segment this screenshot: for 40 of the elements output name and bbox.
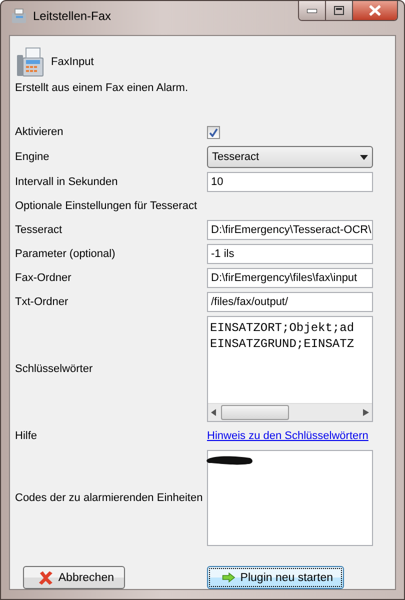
field-label: Parameter (optional) (15, 247, 116, 261)
plugin-description: Erstellt aus einem Fax einen Alarm. (15, 82, 190, 94)
field-label: Tesseract (15, 223, 64, 237)
plugin-name: FaxInput (51, 56, 94, 68)
section-heading: Optionale Einstellungen für Tesseract (15, 199, 198, 213)
scroll-left-icon[interactable] (211, 409, 217, 416)
field-label: Engine (15, 150, 50, 164)
horizontal-scrollbar[interactable] (208, 403, 372, 421)
keywords-text-area[interactable]: EINSATZORT;Objekt;ad EINSATZGRUND;EINSATZ (207, 316, 373, 422)
window-title: Leitstellen-Fax (33, 9, 112, 23)
field-label: Codes der zu alarmierenden Einheiten (15, 491, 204, 505)
text-field[interactable]: D:\firEmergency\Tesseract-OCR\ (207, 220, 373, 240)
field-label: Txt-Ordner (15, 295, 70, 309)
help-link[interactable]: Hinweis zu den Schlüsselwörtern (207, 430, 368, 442)
maximize-icon (334, 6, 344, 15)
checkbox[interactable] (207, 126, 220, 138)
text-field[interactable]: -1 ils (207, 244, 373, 264)
field-label: Aktivieren (15, 125, 64, 139)
field-label: Fax-Ordner (15, 271, 72, 285)
minimize-icon (307, 8, 317, 12)
arrow-right-icon (222, 571, 236, 584)
field-label: Schlüsselwörter (15, 362, 94, 376)
close-button[interactable] (352, 1, 397, 20)
cancel-button[interactable]: Abbrechen (23, 566, 125, 589)
text-field[interactable]: /files/fax/output/ (207, 292, 373, 312)
field-label: Hilfe (15, 429, 38, 443)
restart-plugin-button[interactable]: Plugin neu starten (207, 566, 344, 589)
fax-machine-icon (15, 46, 45, 78)
maximize-button[interactable] (325, 1, 352, 20)
fax-machine-icon (11, 8, 27, 24)
cross-icon (38, 570, 54, 586)
engine-dropdown[interactable]: Tesseract (207, 146, 373, 168)
redaction-mark (206, 454, 254, 466)
scroll-right-icon[interactable] (363, 409, 369, 416)
close-icon (369, 5, 381, 16)
dropdown-arrow-icon (360, 154, 368, 160)
field-label: Intervall in Sekunden (15, 175, 119, 189)
text-field[interactable]: D:\firEmergency\files\fax\input (207, 268, 373, 288)
text-field[interactable]: 10 (207, 172, 373, 192)
minimize-button[interactable] (299, 1, 325, 20)
